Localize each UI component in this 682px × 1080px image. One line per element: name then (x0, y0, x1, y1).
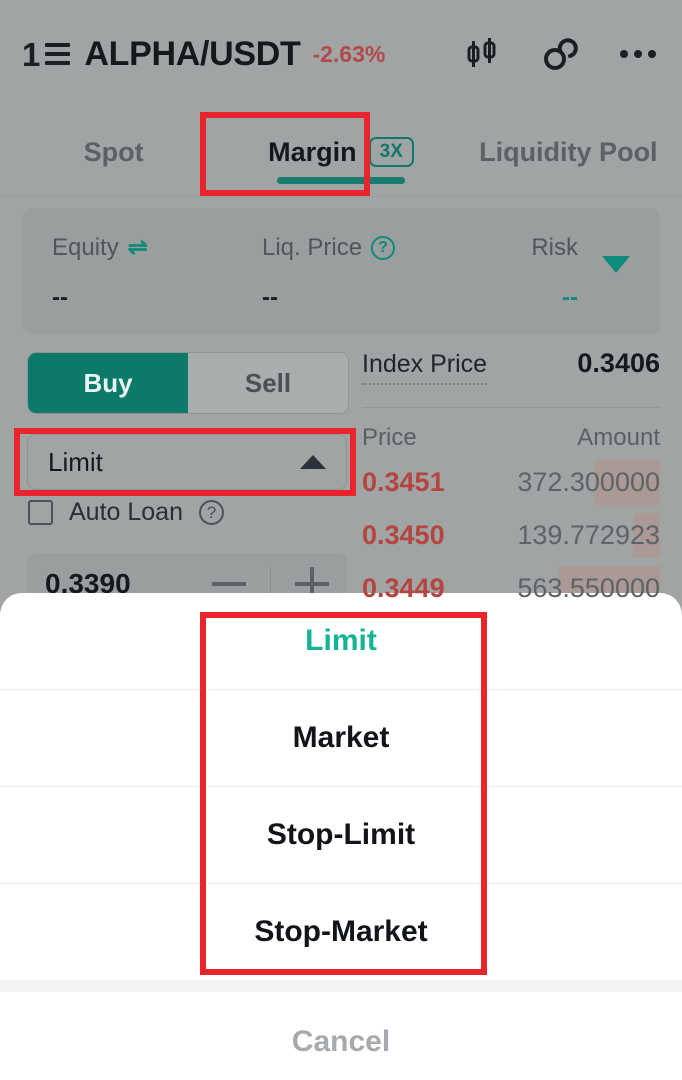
order-amount: 139.772923 (517, 520, 660, 550)
order-book-header: Price Amount (362, 424, 660, 452)
index-price-label[interactable]: Index Price (362, 350, 488, 385)
risk-value: -- (562, 284, 578, 311)
risk-label: Risk (531, 234, 578, 261)
list-lines-icon (45, 43, 71, 65)
column-header-amount: Amount (577, 424, 660, 451)
decrement-button[interactable] (212, 582, 246, 586)
index-price-value: 0.3406 (577, 348, 660, 378)
help-question-icon[interactable]: ? (371, 236, 396, 260)
tab-liquidity-pool[interactable]: Liquidity Pool (455, 108, 682, 196)
index-price-row: Index Price 0.3406 (362, 348, 660, 385)
highlight-box-order-type-options (200, 612, 487, 975)
side-toggle: Buy Sell (27, 352, 349, 414)
sell-button[interactable]: Sell (188, 353, 348, 413)
app-header: 1 ALPHA/USDT -2.63% (0, 0, 682, 108)
price-change-percent: -2.63% (312, 40, 386, 67)
swap-arrows-icon[interactable]: ⇌ (128, 236, 148, 260)
order-amount: 563.550000 (517, 573, 660, 603)
chevron-down-icon[interactable] (602, 256, 630, 273)
more-options-icon[interactable] (616, 32, 660, 76)
order-price: 0.3451 (362, 467, 445, 497)
help-question-icon[interactable]: ? (199, 500, 224, 525)
tab-spot-label: Spot (83, 136, 144, 167)
auto-loan-checkbox[interactable] (28, 500, 53, 525)
liq-price-label: Liq. Price (262, 234, 363, 261)
equity-label: Equity (52, 234, 119, 261)
order-price: 0.3449 (362, 573, 445, 603)
risk-label-row: Risk (516, 234, 578, 262)
order-price: 0.3450 (362, 520, 445, 550)
auto-loan-label: Auto Loan (69, 498, 183, 526)
rank-number: 1 (22, 35, 41, 73)
order-book-row[interactable]: 0.3450 139.772923 (362, 513, 660, 558)
buy-button[interactable]: Buy (28, 353, 188, 413)
candlestick-chart-icon[interactable] (460, 32, 504, 76)
divider (362, 407, 660, 408)
equity-block[interactable]: Equity ⇌ -- (52, 234, 148, 312)
trading-pair-title[interactable]: ALPHA/USDT (84, 35, 300, 74)
index-price-block: Index Price 0.3406 (362, 348, 660, 408)
column-header-price: Price (362, 424, 417, 451)
leverage-badge: 3X (368, 136, 414, 168)
order-amount: 372.300000 (517, 467, 660, 497)
sheet-divider (0, 980, 682, 992)
ranking-list-icon[interactable]: 1 (22, 35, 71, 73)
equity-label-row: Equity ⇌ (52, 234, 148, 262)
header-actions (460, 32, 660, 76)
highlight-box-margin-tab (200, 112, 370, 196)
tab-spot[interactable]: Spot (0, 108, 227, 196)
cancel-button[interactable]: Cancel (0, 992, 682, 1080)
order-book-row[interactable]: 0.3451 372.300000 (362, 460, 660, 505)
equity-value: -- (52, 284, 68, 311)
link-icon[interactable] (538, 32, 582, 76)
account-summary-panel: Equity ⇌ -- Liq. Price ? -- Risk -- (22, 208, 660, 334)
liq-price-label-row: Liq. Price ? (262, 234, 396, 262)
auto-loan-row[interactable]: Auto Loan ? (28, 498, 224, 527)
liq-price-block[interactable]: Liq. Price ? -- (262, 234, 396, 312)
tab-liquidity-pool-label: Liquidity Pool (479, 136, 658, 167)
highlight-box-order-type-select (14, 428, 356, 496)
liq-price-value: -- (262, 284, 278, 311)
risk-block[interactable]: Risk -- (516, 234, 578, 312)
order-book: Price Amount 0.3451 372.300000 0.3450 13… (362, 424, 660, 611)
